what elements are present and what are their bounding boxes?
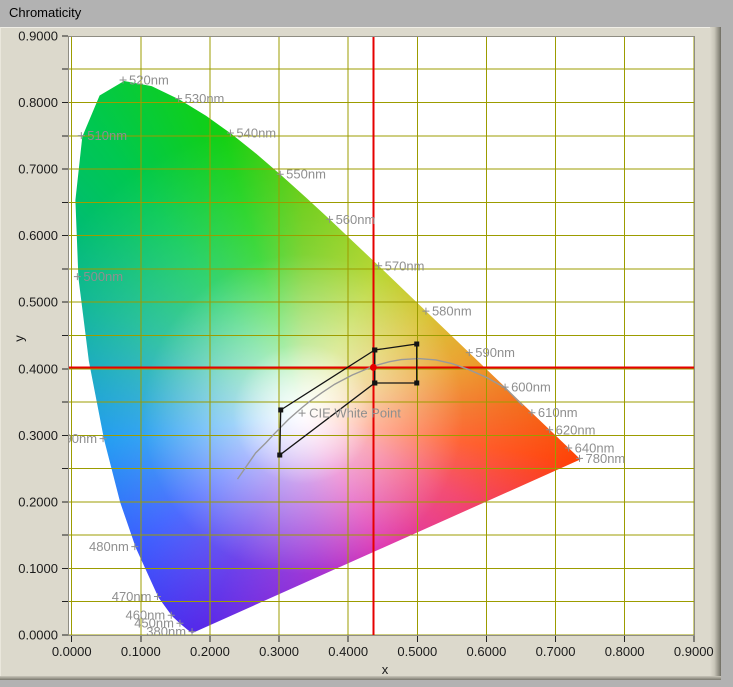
x-axis-title: x xyxy=(378,662,392,677)
cie-gamut-horseshoe xyxy=(69,37,695,636)
chromaticity-plot-area[interactable] xyxy=(68,36,695,636)
panel-right-edge xyxy=(710,27,721,679)
panel-bottom-edge xyxy=(0,676,721,680)
window-title: Chromaticity xyxy=(0,0,733,27)
chromaticity-window: Chromaticity x y 380nm450nm460nm470nm480… xyxy=(0,0,733,687)
y-axis-title: y xyxy=(12,332,27,346)
